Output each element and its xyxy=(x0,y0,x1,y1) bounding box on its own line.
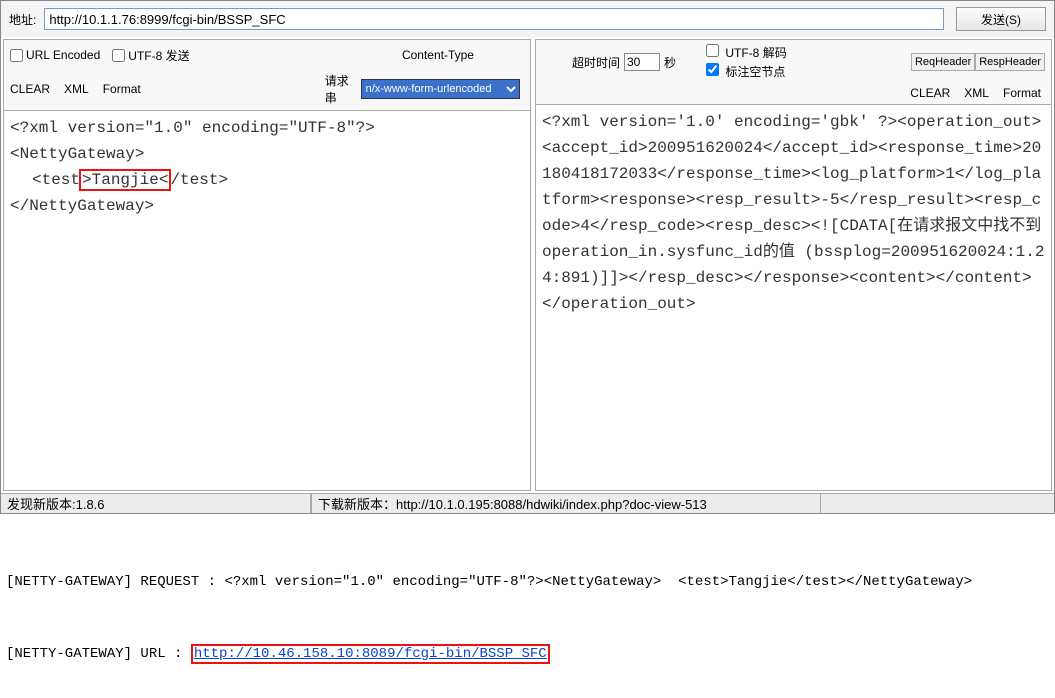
url-encoded-checkbox[interactable] xyxy=(10,49,23,62)
utf8-send-checkbox[interactable] xyxy=(112,49,125,62)
resp-header-button[interactable]: RespHeader xyxy=(975,53,1045,71)
req-header-button[interactable]: ReqHeader xyxy=(911,53,975,71)
address-label: 地址: xyxy=(9,11,36,28)
request-panel: URL Encoded UTF-8 发送 Content-Type CLEAR … xyxy=(3,39,531,491)
mark-empty-label: 标注空节点 xyxy=(725,65,785,79)
highlight-tangjie: >Tangjie< xyxy=(79,169,171,191)
log-request-body: <?xml version="1.0" encoding="UTF-8"?><N… xyxy=(224,574,972,590)
log-output: [NETTY-GATEWAY] REQUEST : <?xml version=… xyxy=(0,514,1055,698)
address-bar: 地址: 发送(S) xyxy=(1,1,1054,37)
log-url-link[interactable]: http://10.46.158.10:8089/fcgi-bin/BSSP_S… xyxy=(194,646,547,662)
utf8-send-label: UTF-8 发送 xyxy=(128,47,189,64)
log-url-prefix: [NETTY-GATEWAY] URL : xyxy=(6,646,191,662)
resp-clear-button[interactable]: CLEAR xyxy=(910,86,950,100)
seconds-label: 秒 xyxy=(664,54,676,71)
highlight-url: http://10.46.158.10:8089/fcgi-bin/BSSP_S… xyxy=(191,644,550,664)
clear-button[interactable]: CLEAR xyxy=(10,82,50,96)
status-download: 下载新版本：http://10.1.0.195:8088/hdwiki/inde… xyxy=(311,494,821,513)
utf8-decode-checkbox[interactable] xyxy=(706,44,719,57)
url-encoded-label: URL Encoded xyxy=(26,48,100,62)
timeout-label: 超时时间 xyxy=(572,54,620,71)
send-button[interactable]: 发送(S) xyxy=(956,7,1046,31)
format-button[interactable]: Format xyxy=(103,82,141,96)
utf8-decode-label: UTF-8 解码 xyxy=(725,46,786,60)
address-input[interactable] xyxy=(44,8,944,30)
status-bar: 发现新版本:1.8.6 下载新版本：http://10.1.0.195:8088… xyxy=(1,493,1054,513)
timeout-input[interactable] xyxy=(624,53,660,71)
resp-xml-button[interactable]: XML xyxy=(964,86,989,100)
status-version: 发现新版本:1.8.6 xyxy=(1,494,311,513)
content-type-label: Content-Type xyxy=(402,48,474,62)
request-string-label: 请求串 xyxy=(325,72,361,106)
mark-empty-checkbox[interactable] xyxy=(706,63,719,76)
content-type-select[interactable]: n/x-www-form-urlencoded xyxy=(361,79,520,99)
log-request-prefix: [NETTY-GATEWAY] REQUEST : xyxy=(6,574,224,590)
xml-button[interactable]: XML xyxy=(64,82,89,96)
request-body-textarea[interactable]: <?xml version="1.0" encoding="UTF-8"?> <… xyxy=(4,110,530,490)
resp-format-button[interactable]: Format xyxy=(1003,86,1041,100)
response-body-textarea[interactable]: <?xml version='1.0' encoding='gbk' ?><op… xyxy=(536,104,1051,484)
response-panel: 超时时间 秒 UTF-8 解码 标注空节点 ReqHeader RespHead… xyxy=(535,39,1052,491)
